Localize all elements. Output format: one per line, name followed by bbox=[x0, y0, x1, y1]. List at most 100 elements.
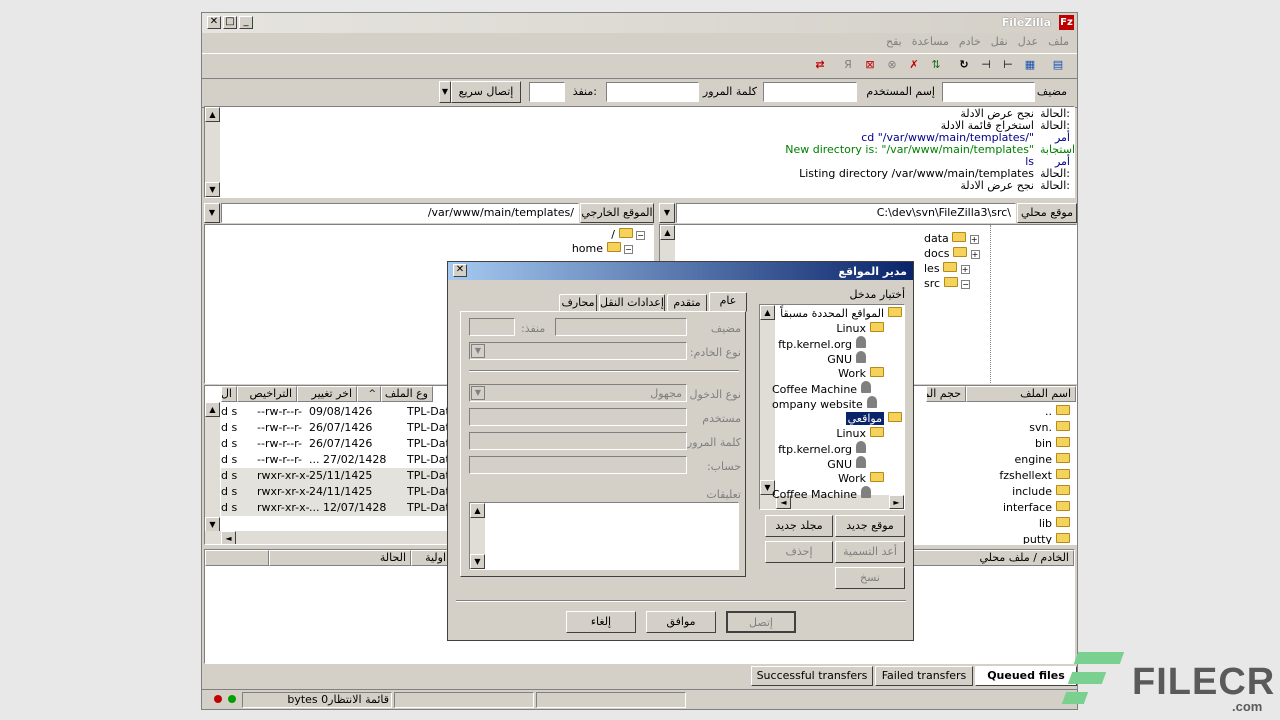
remote-col-modified[interactable]: اخر تغيير bbox=[297, 386, 357, 402]
site-tree-item[interactable]: GNU bbox=[772, 351, 902, 366]
remote-col-permissions[interactable]: التراخيص bbox=[237, 386, 297, 402]
compare-directories-icon[interactable]: ⇄ bbox=[811, 56, 829, 74]
maximize-button[interactable]: □ bbox=[223, 16, 237, 29]
tab-transfer-settings[interactable]: إعدادات النقل bbox=[599, 294, 665, 312]
remote-path-dropdown-icon[interactable]: ▼ bbox=[204, 203, 220, 223]
expand-icon[interactable]: + bbox=[960, 265, 970, 274]
cancel-icon[interactable]: ✗ bbox=[905, 56, 923, 74]
host-input[interactable] bbox=[942, 82, 1035, 102]
logon-type-select[interactable]: ▼ مجهول bbox=[469, 384, 687, 402]
new-folder-button[interactable]: مجلد جديد bbox=[765, 515, 833, 537]
queue-col-priority[interactable]: اولية bbox=[411, 550, 451, 566]
tree-item[interactable]: src − bbox=[924, 276, 980, 292]
rename-button[interactable]: أعد التسمية bbox=[835, 541, 905, 563]
remote-col-type[interactable]: وع الملف bbox=[381, 386, 433, 402]
site-tree-item[interactable]: ftp.kernel.org bbox=[772, 441, 902, 456]
site-tree-item[interactable]: ftp.kernel.org bbox=[772, 336, 902, 351]
site-tree-item[interactable]: Coffee Machine bbox=[772, 486, 902, 501]
password-input[interactable] bbox=[469, 432, 687, 450]
site-tree-item[interactable]: Coffee Machine bbox=[772, 381, 902, 396]
tree-item[interactable]: les + bbox=[924, 261, 980, 277]
quickconnect-button[interactable]: إتصال سريع bbox=[451, 81, 521, 103]
tree-item-home[interactable]: home − bbox=[572, 241, 645, 257]
scroll-up-icon[interactable]: ▲ bbox=[205, 402, 220, 417]
tab-general[interactable]: عام bbox=[709, 292, 747, 312]
connect-button[interactable]: إتصل bbox=[726, 611, 796, 633]
user-input[interactable] bbox=[469, 408, 687, 426]
scroll-up-icon[interactable]: ▲ bbox=[470, 503, 485, 518]
stop-icon[interactable]: ⊗ bbox=[883, 56, 901, 74]
log-scrollbar[interactable]: ▲ ▼ bbox=[205, 107, 220, 197]
site-manager-icon[interactable]: ▤ bbox=[1049, 56, 1067, 74]
queue-col-status[interactable]: الحالة bbox=[269, 550, 411, 566]
remote-files-scrollbar[interactable]: ▲ ▼ bbox=[205, 402, 220, 532]
remote-file-row[interactable]: d s --rw-r--r-... 27/02/1428 TPL-Date bbox=[221, 452, 457, 468]
tab-charset[interactable]: محارف bbox=[559, 294, 597, 312]
remote-file-row[interactable]: d s rwxr-xr-x- 24/11/1425 TPL-Date bbox=[221, 484, 457, 500]
local-file-row[interactable]: lib bbox=[999, 516, 1070, 532]
remote-col-owner[interactable]: ال bbox=[221, 386, 237, 402]
ok-button[interactable]: موافق bbox=[646, 611, 716, 633]
process-queue-icon[interactable]: ⇅ bbox=[927, 56, 945, 74]
new-site-button[interactable]: موقع جديد bbox=[835, 515, 905, 537]
remote-file-row[interactable]: d s rwxr-xr-x-... 12/07/1428 TPL-Date bbox=[221, 500, 457, 516]
server-type-select[interactable]: ▼ bbox=[469, 342, 687, 360]
refresh-icon[interactable]: ↻ bbox=[955, 56, 973, 74]
site-tree-item[interactable]: مواقعي bbox=[772, 411, 902, 426]
scroll-down-icon[interactable]: ▼ bbox=[205, 182, 220, 197]
minimize-button[interactable]: _ bbox=[239, 16, 253, 29]
reconnect-icon[interactable]: Я bbox=[839, 56, 857, 74]
menu-edit[interactable]: عدل bbox=[1018, 35, 1038, 51]
site-tree-item[interactable]: Linux bbox=[772, 321, 902, 336]
site-tree-item[interactable]: Work bbox=[772, 471, 902, 486]
toggle-local-tree-icon[interactable]: ⊢ bbox=[999, 56, 1017, 74]
remote-file-row[interactable]: d s --rw-r--r- 26/07/1426 TPL-Date bbox=[221, 436, 457, 452]
remote-file-row[interactable]: d s --rw-r--r- 26/07/1426 TPL-Date bbox=[221, 420, 457, 436]
local-file-row[interactable]: fzshellext bbox=[999, 468, 1070, 484]
scroll-down-icon[interactable]: ▼ bbox=[205, 517, 220, 532]
scroll-up-icon[interactable]: ▲ bbox=[660, 225, 675, 240]
collapse-icon[interactable]: − bbox=[624, 245, 633, 254]
site-tree-item[interactable]: المواقع المحددة مسبقاً bbox=[772, 306, 902, 321]
scroll-up-icon[interactable]: ▲ bbox=[205, 107, 220, 122]
remote-file-row[interactable]: d s --rw-r--r- 09/08/1426 TPL-Date bbox=[221, 404, 457, 420]
toggle-remote-tree-icon[interactable]: ⊣ bbox=[977, 56, 995, 74]
local-col-name[interactable]: اسم الملف bbox=[966, 386, 1076, 402]
local-file-row[interactable]: interface bbox=[999, 500, 1070, 516]
close-dialog-icon[interactable]: ✕ bbox=[453, 264, 467, 277]
tab-successful-transfers[interactable]: Successful transfers bbox=[751, 666, 873, 686]
local-file-row[interactable]: .. bbox=[999, 404, 1070, 420]
delete-button[interactable]: إحذف bbox=[765, 541, 833, 563]
scroll-down-icon[interactable]: ▼ bbox=[470, 554, 485, 569]
username-input[interactable] bbox=[763, 82, 857, 102]
comments-textarea[interactable]: ▲ ▼ bbox=[469, 502, 739, 570]
local-file-row[interactable]: bin bbox=[999, 436, 1070, 452]
expand-icon[interactable]: + bbox=[970, 250, 980, 259]
disconnect-icon[interactable]: ⊠ bbox=[861, 56, 879, 74]
local-file-row[interactable]: svn. bbox=[999, 420, 1070, 436]
local-file-row[interactable]: engine bbox=[999, 452, 1070, 468]
tree-item[interactable]: data + bbox=[924, 231, 980, 247]
local-file-row[interactable]: include bbox=[999, 484, 1070, 500]
menu-help[interactable]: مساعدة bbox=[912, 35, 949, 51]
quickconnect-dropdown-icon[interactable]: ▼ bbox=[439, 81, 451, 103]
site-tree-item[interactable]: ompany website bbox=[772, 396, 902, 411]
tab-advanced[interactable]: متقدم bbox=[667, 294, 707, 312]
tab-failed-transfers[interactable]: Failed transfers bbox=[875, 666, 973, 686]
close-window-button[interactable]: ✕ bbox=[207, 16, 221, 29]
comments-scrollbar[interactable]: ▲ ▼ bbox=[470, 503, 485, 569]
site-tree-item[interactable]: Linux bbox=[772, 426, 902, 441]
site-tree-item[interactable]: Work bbox=[772, 366, 902, 381]
local-path-input[interactable]: C:\dev\svn\FileZilla3\src\ bbox=[676, 203, 1016, 223]
scroll-left-icon[interactable]: ◄ bbox=[221, 531, 236, 544]
remote-file-row[interactable]: d s rwxr-xr-x- 25/11/1425 TPL-Date bbox=[221, 468, 457, 484]
menu-server[interactable]: خادم bbox=[959, 35, 981, 51]
port-input[interactable] bbox=[469, 318, 515, 336]
password-input[interactable] bbox=[606, 82, 699, 102]
expand-icon[interactable]: + bbox=[969, 235, 979, 244]
collapse-icon[interactable]: − bbox=[636, 231, 645, 240]
toggle-log-icon[interactable]: ▦ bbox=[1021, 56, 1039, 74]
local-col-size[interactable]: حجم الم bbox=[926, 386, 966, 402]
tree-item[interactable]: docs + bbox=[924, 246, 980, 262]
account-input[interactable] bbox=[469, 456, 687, 474]
